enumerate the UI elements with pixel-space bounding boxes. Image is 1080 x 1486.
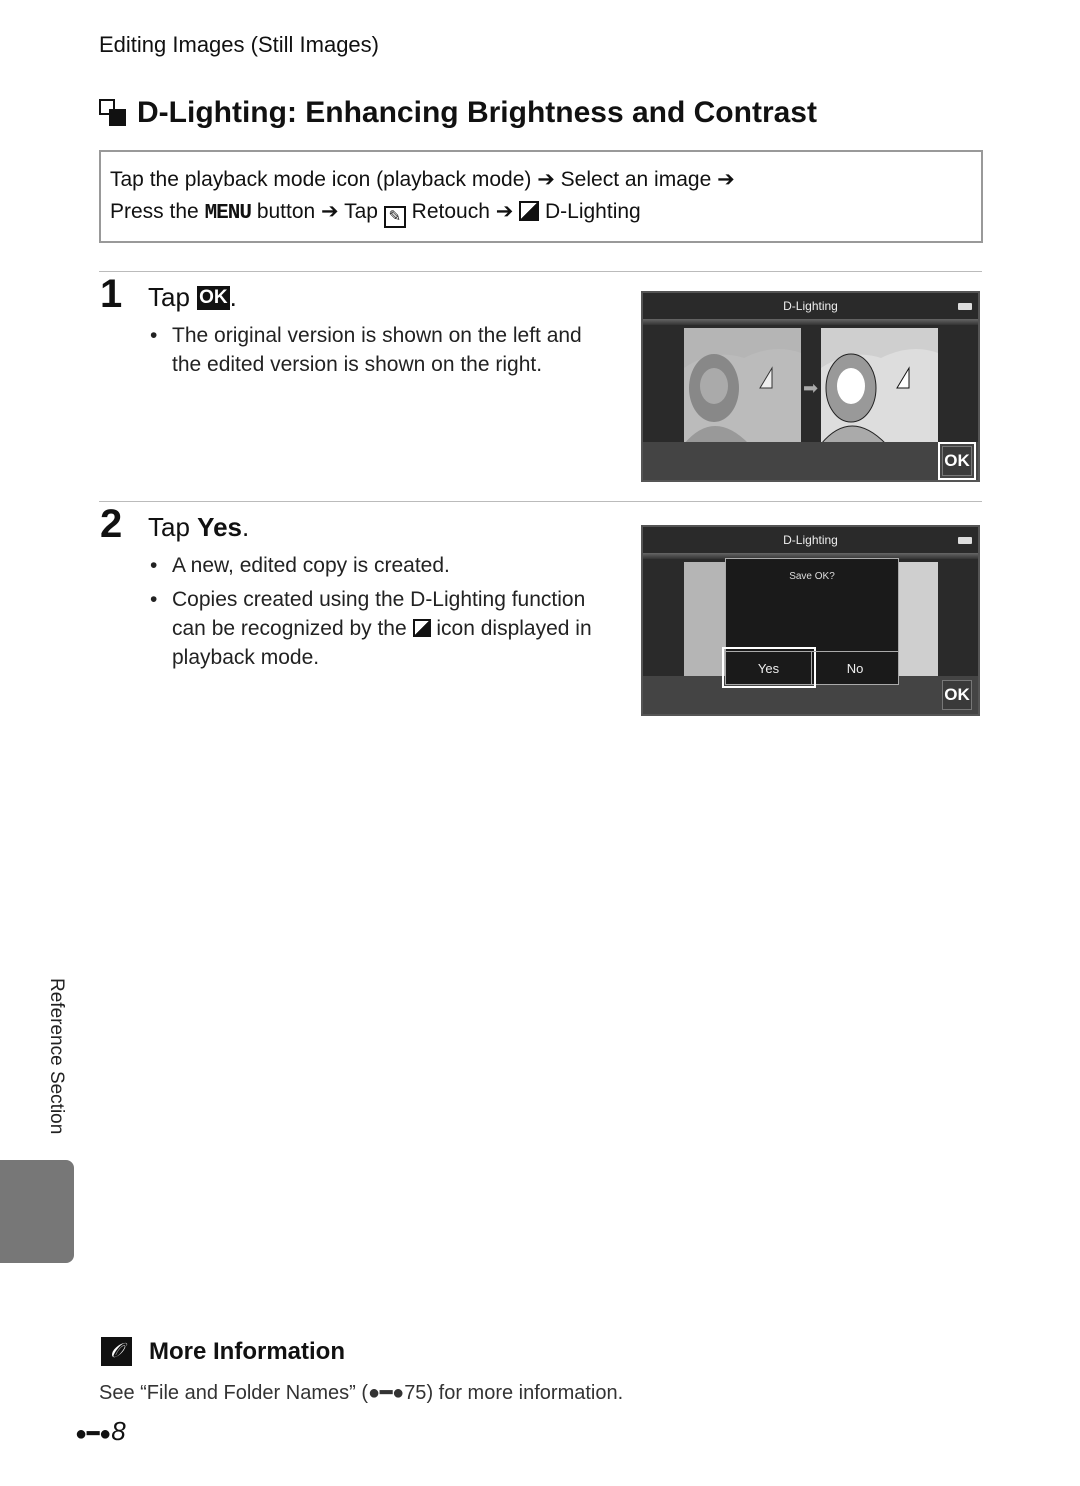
step-title: Tap Yes. [148, 512, 250, 542]
original-image [684, 328, 801, 444]
edited-image [821, 328, 938, 444]
bullet: A new, edited copy is created. [150, 551, 610, 580]
divider [99, 271, 982, 272]
bullet: The original version is shown on the lef… [150, 321, 610, 379]
yes-button[interactable]: Yes [722, 647, 816, 688]
reference-icon: ●━● [367, 1382, 405, 1404]
ok-button[interactable]: OK [938, 442, 976, 480]
ok-icon: OK [197, 286, 230, 310]
no-button[interactable]: No [812, 651, 898, 684]
more-info-text: See “File and Folder Names” (●━●75) for … [99, 1382, 624, 1404]
paperclip-icon: 𝒪 [101, 1337, 132, 1366]
d-lighting-icon [99, 99, 129, 127]
step-title: Tap OK. [148, 282, 237, 312]
procedure-box: Tap the playback mode icon (playback mod… [99, 150, 983, 243]
page-reference-link[interactable]: 75 [404, 1382, 426, 1404]
d-lighting-icon [412, 619, 431, 637]
battery-icon [958, 303, 972, 310]
section-header: Editing Images (Still Images) [99, 32, 379, 57]
step-number: 1 [100, 272, 123, 316]
camera-screen-confirm: D-Lighting OK Save OK? Yes No [641, 525, 980, 716]
d-lighting-icon [519, 201, 540, 221]
sidebar-label: Reference Section [46, 978, 67, 1135]
save-dialog: Save OK? Yes No [722, 558, 899, 688]
page-title: D-Lighting: Enhancing Brightness and Con… [99, 96, 817, 130]
ok-button[interactable]: OK [942, 680, 972, 710]
bullet: Copies created using the D-Lighting func… [150, 585, 610, 672]
step-number: 2 [100, 502, 123, 546]
section-tab [0, 1160, 74, 1263]
retouch-icon: ✎ [383, 206, 406, 228]
battery-icon [958, 537, 972, 544]
arrow-right-icon: ➡ [803, 378, 819, 398]
divider [99, 501, 982, 502]
reference-icon: ●━● [75, 1423, 112, 1445]
page-number: ●━●8 [75, 1416, 126, 1446]
more-info-title: More Information [149, 1338, 345, 1365]
menu-button-glyph: MENU [204, 202, 252, 225]
camera-screen-compare: D-Lighting ➡ OK [641, 291, 980, 482]
